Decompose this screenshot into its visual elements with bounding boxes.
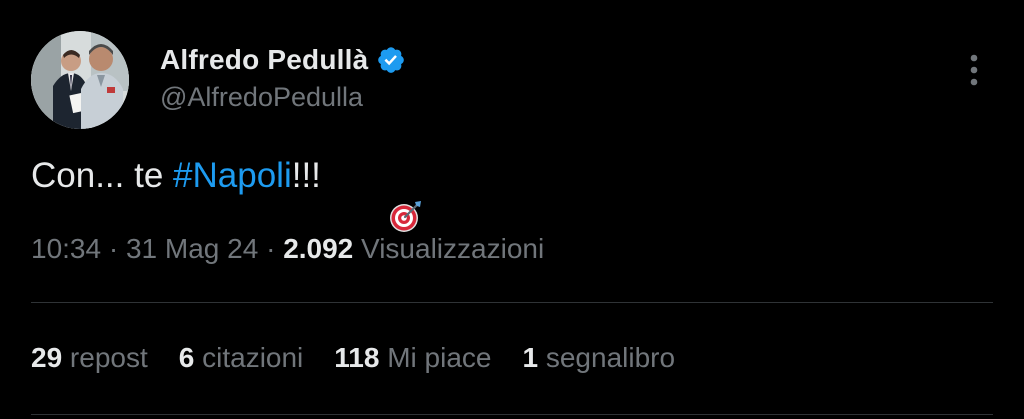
reposts-label: repost: [62, 342, 148, 373]
views-label: Visualizzazioni: [353, 233, 545, 264]
engagement-stats: 29 repost 6 citazioni 118 Mi piace 1 seg…: [31, 342, 706, 374]
meta-separator: ·: [101, 233, 126, 264]
more-options-icon[interactable]: [962, 52, 986, 88]
reposts-count: 29: [31, 342, 63, 373]
tweet-text-before: Con... te: [31, 156, 174, 195]
direct-hit-target-icon: [331, 159, 422, 232]
quotes-count: 6: [178, 342, 195, 373]
quotes-stat[interactable]: 6 citazioni: [179, 342, 304, 374]
tweet-card: Alfredo Pedullà @AlfredoPedulla Con... t…: [0, 0, 1024, 419]
divider: [31, 302, 993, 303]
likes-stat[interactable]: 118 Mi piace: [334, 342, 491, 374]
author-handle[interactable]: @AlfredoPedulla: [160, 82, 363, 113]
hashtag-link[interactable]: #Napoli: [173, 156, 292, 196]
views-count: 2.092: [283, 233, 354, 264]
tweet-time[interactable]: 10:34: [31, 233, 101, 264]
tweet-meta: 10:34 · 31 Mag 24 · 2.092 Visualizzazion…: [31, 233, 544, 265]
quotes-label: citazioni: [194, 342, 304, 373]
avatar[interactable]: [31, 31, 129, 129]
reposts-stat[interactable]: 29 repost: [31, 342, 148, 374]
avatar-photo: [31, 31, 129, 129]
divider: [31, 414, 993, 415]
bookmarks-stat[interactable]: 1 segnalibro: [523, 342, 676, 374]
tweet-text-after: !!!: [291, 156, 321, 195]
likes-label: Mi piace: [379, 342, 492, 373]
bookmarks-count: 1: [522, 342, 539, 373]
verified-badge-icon: [376, 45, 406, 75]
tweet-date[interactable]: 31 Mag 24: [126, 233, 258, 264]
author-name-row[interactable]: Alfredo Pedullà: [160, 42, 406, 78]
tweet-text: Con... te #Napoli!!!: [31, 156, 422, 232]
author-display-name[interactable]: Alfredo Pedullà: [160, 44, 368, 76]
likes-count: 118: [334, 342, 380, 373]
meta-separator: ·: [258, 233, 284, 264]
bookmarks-label: segnalibro: [538, 342, 676, 373]
